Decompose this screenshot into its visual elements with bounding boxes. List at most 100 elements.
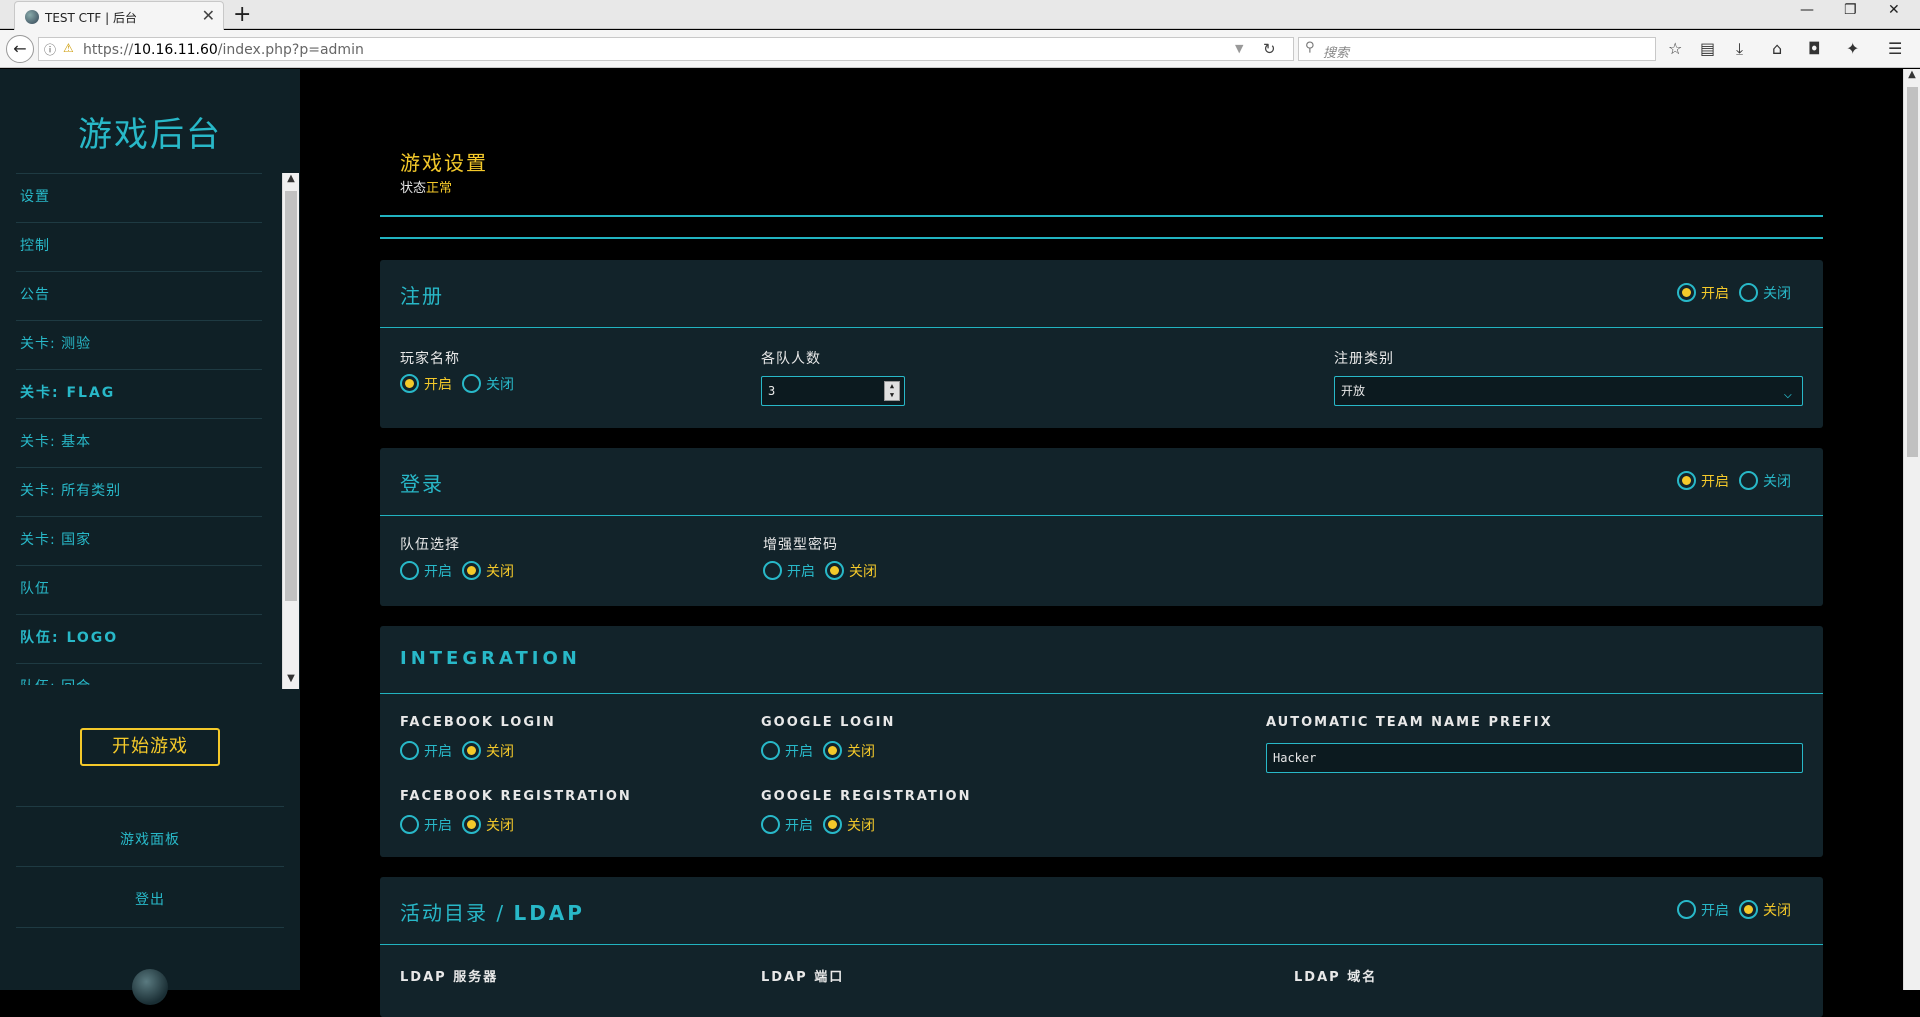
- back-arrow-icon[interactable]: ←: [6, 35, 34, 63]
- sidebar-item-announcements[interactable]: 公告: [16, 271, 262, 320]
- team-prefix-label: AUTOMATIC TEAM NAME PREFIX: [1266, 715, 1553, 730]
- team-select-off-radio[interactable]: 关闭: [462, 561, 514, 581]
- url-bar[interactable]: ⓘ ⚠ https://10.16.11.60/index.php?p=admi…: [38, 37, 1294, 61]
- sidebar-item-teams[interactable]: 队伍: [16, 565, 262, 614]
- registration-toggle: 开启 关闭: [1677, 282, 1801, 303]
- logout-link[interactable]: 登出: [0, 889, 300, 909]
- facebook-registration-label: FACEBOOK REGISTRATION: [400, 789, 632, 804]
- player-name-toggle: 开启 关闭: [400, 373, 524, 394]
- download-icon[interactable]: ⤓: [1736, 39, 1743, 59]
- url-dropdown-icon[interactable]: ▼: [1235, 42, 1243, 55]
- window-close-icon[interactable]: ✕: [1888, 2, 1900, 18]
- registration-panel: 注册 开启 关闭 玩家名称 开启 关闭 各队人数 3 ▲ ▼ 注册类别 开放 ⌵: [380, 260, 1823, 428]
- sidebar-item-settings[interactable]: 设置: [16, 173, 262, 222]
- sidebar-item-teams-sessions[interactable]: 队伍: 回合: [16, 663, 262, 685]
- scroll-up-icon[interactable]: ▲: [1904, 69, 1920, 85]
- header-rule: [380, 237, 1823, 239]
- ldap-title: 活动目录 / LDAP: [400, 901, 585, 925]
- google-login-toggle: 开启 关闭: [761, 740, 885, 761]
- browser-nav-bar: ← ⓘ ⚠ https://10.16.11.60/index.php?p=ad…: [0, 30, 1920, 68]
- strong-password-off-radio[interactable]: 关闭: [825, 561, 877, 581]
- team-size-label: 各队人数: [761, 351, 821, 367]
- registration-type-label: 注册类别: [1334, 351, 1394, 367]
- stepper-arrows-icon[interactable]: ▲ ▼: [884, 381, 900, 401]
- sidebar-divider: [16, 866, 284, 867]
- reading-list-icon[interactable]: ▤: [1700, 39, 1715, 58]
- sidebar-item-levels-flag[interactable]: 关卡: FLAG: [16, 369, 262, 418]
- start-game-button[interactable]: 开始游戏: [80, 728, 220, 766]
- new-tab-button[interactable]: +: [233, 1, 251, 29]
- login-off-radio[interactable]: 关闭: [1739, 471, 1791, 491]
- facebook-login-on-radio[interactable]: 开启: [400, 741, 452, 761]
- registration-title: 注册: [400, 284, 444, 308]
- sidebar-item-levels-categories[interactable]: 关卡: 所有类别: [16, 467, 262, 516]
- sidebar-item-levels-quiz[interactable]: 关卡: 测验: [16, 320, 262, 369]
- google-login-off-radio[interactable]: 关闭: [823, 741, 875, 761]
- page-scrollbar[interactable]: ▲: [1903, 69, 1920, 990]
- facebook-login-toggle: 开启 关闭: [400, 740, 524, 761]
- sidebar-item-levels-base[interactable]: 关卡: 基本: [16, 418, 262, 467]
- facebook-registration-on-radio[interactable]: 开启: [400, 815, 452, 835]
- facebook-login-off-radio[interactable]: 关闭: [462, 741, 514, 761]
- login-on-radio[interactable]: 开启: [1677, 471, 1729, 491]
- registration-on-radio[interactable]: 开启: [1677, 283, 1729, 303]
- registration-type-select[interactable]: 开放 ⌵: [1334, 376, 1803, 406]
- panel-header: 登录 开启 关闭: [380, 448, 1823, 516]
- team-prefix-input[interactable]: Hacker: [1266, 743, 1803, 773]
- scroll-up-icon[interactable]: ▲: [283, 173, 299, 189]
- facebook-registration-toggle: 开启 关闭: [400, 814, 524, 835]
- main-content: 游戏设置 状态正常 注册 开启 关闭 玩家名称 开启 关闭 各队人数 3 ▲ ▼ 注册…: [300, 69, 1903, 1017]
- sidebar-item-teams-logo[interactable]: 队伍: LOGO: [16, 614, 262, 663]
- minimize-icon[interactable]: —: [1800, 2, 1814, 18]
- search-placeholder: 搜索: [1323, 46, 1350, 61]
- sidebar-item-levels-countries[interactable]: 关卡: 国家: [16, 516, 262, 565]
- panel-header: 活动目录 / LDAP 开启 关闭: [380, 877, 1823, 945]
- ldap-panel: 活动目录 / LDAP 开启 关闭 LDAP 服务器 LDAP 端口 LDAP 域…: [380, 877, 1823, 1017]
- ldap-off-radio[interactable]: 关闭: [1739, 900, 1791, 920]
- team-size-input[interactable]: 3 ▲ ▼: [761, 376, 905, 406]
- info-icon[interactable]: ⓘ: [44, 41, 56, 58]
- login-title: 登录: [400, 472, 444, 496]
- browser-tab-active[interactable]: TEST CTF | 后台 ✕: [14, 1, 224, 30]
- team-select-toggle: 开启 关闭: [400, 560, 524, 581]
- url-text[interactable]: https://10.16.11.60/index.php?p=admin: [83, 42, 364, 58]
- scroll-down-icon[interactable]: ▼: [283, 673, 299, 689]
- bookmark-star-icon[interactable]: ☆: [1668, 39, 1682, 58]
- integration-title: INTEGRATION: [400, 648, 581, 669]
- facebook-registration-off-radio[interactable]: 关闭: [462, 815, 514, 835]
- sidebar-scrollbar[interactable]: ▲ ▼: [282, 173, 299, 689]
- strong-password-on-radio[interactable]: 开启: [763, 561, 815, 581]
- team-select-label: 队伍选择: [400, 537, 460, 553]
- reload-icon[interactable]: ↻: [1263, 40, 1276, 58]
- menu-icon[interactable]: ☰: [1888, 39, 1902, 58]
- browser-tab-bar: TEST CTF | 后台 ✕ + — ❐ ✕: [0, 0, 1920, 30]
- tab-close-icon[interactable]: ✕: [202, 6, 215, 25]
- player-name-on-radio[interactable]: 开启: [400, 374, 452, 394]
- team-select-on-radio[interactable]: 开启: [400, 561, 452, 581]
- ldap-on-radio[interactable]: 开启: [1677, 900, 1729, 920]
- scroll-thumb[interactable]: [285, 191, 297, 601]
- player-name-label: 玩家名称: [400, 351, 460, 367]
- sidebar-item-controls[interactable]: 控制: [16, 222, 262, 271]
- maximize-icon[interactable]: ❐: [1844, 2, 1857, 18]
- sidebar-divider: [16, 927, 284, 928]
- sidebar-divider: [16, 806, 284, 807]
- game-board-link[interactable]: 游戏面板: [0, 829, 300, 849]
- home-icon[interactable]: ⌂: [1772, 39, 1782, 58]
- ldap-server-label: LDAP 服务器: [400, 970, 499, 985]
- google-registration-off-radio[interactable]: 关闭: [823, 815, 875, 835]
- google-registration-on-radio[interactable]: 开启: [761, 815, 813, 835]
- page-title: 游戏设置: [400, 151, 488, 175]
- player-name-off-radio[interactable]: 关闭: [462, 374, 514, 394]
- extension-icon[interactable]: ✦: [1846, 39, 1859, 58]
- registration-off-radio[interactable]: 关闭: [1739, 283, 1791, 303]
- header-rule: [380, 215, 1823, 217]
- insecure-lock-icon[interactable]: ⚠: [63, 41, 74, 55]
- google-login-on-radio[interactable]: 开启: [761, 741, 813, 761]
- google-registration-label: GOOGLE REGISTRATION: [761, 789, 972, 804]
- pocket-icon[interactable]: ◘: [1808, 39, 1821, 58]
- sidebar-title: 游戏后台: [78, 115, 222, 155]
- search-bar[interactable]: ⚲ 搜索: [1298, 37, 1656, 61]
- strong-password-label: 增强型密码: [763, 537, 838, 553]
- scroll-thumb[interactable]: [1907, 87, 1918, 457]
